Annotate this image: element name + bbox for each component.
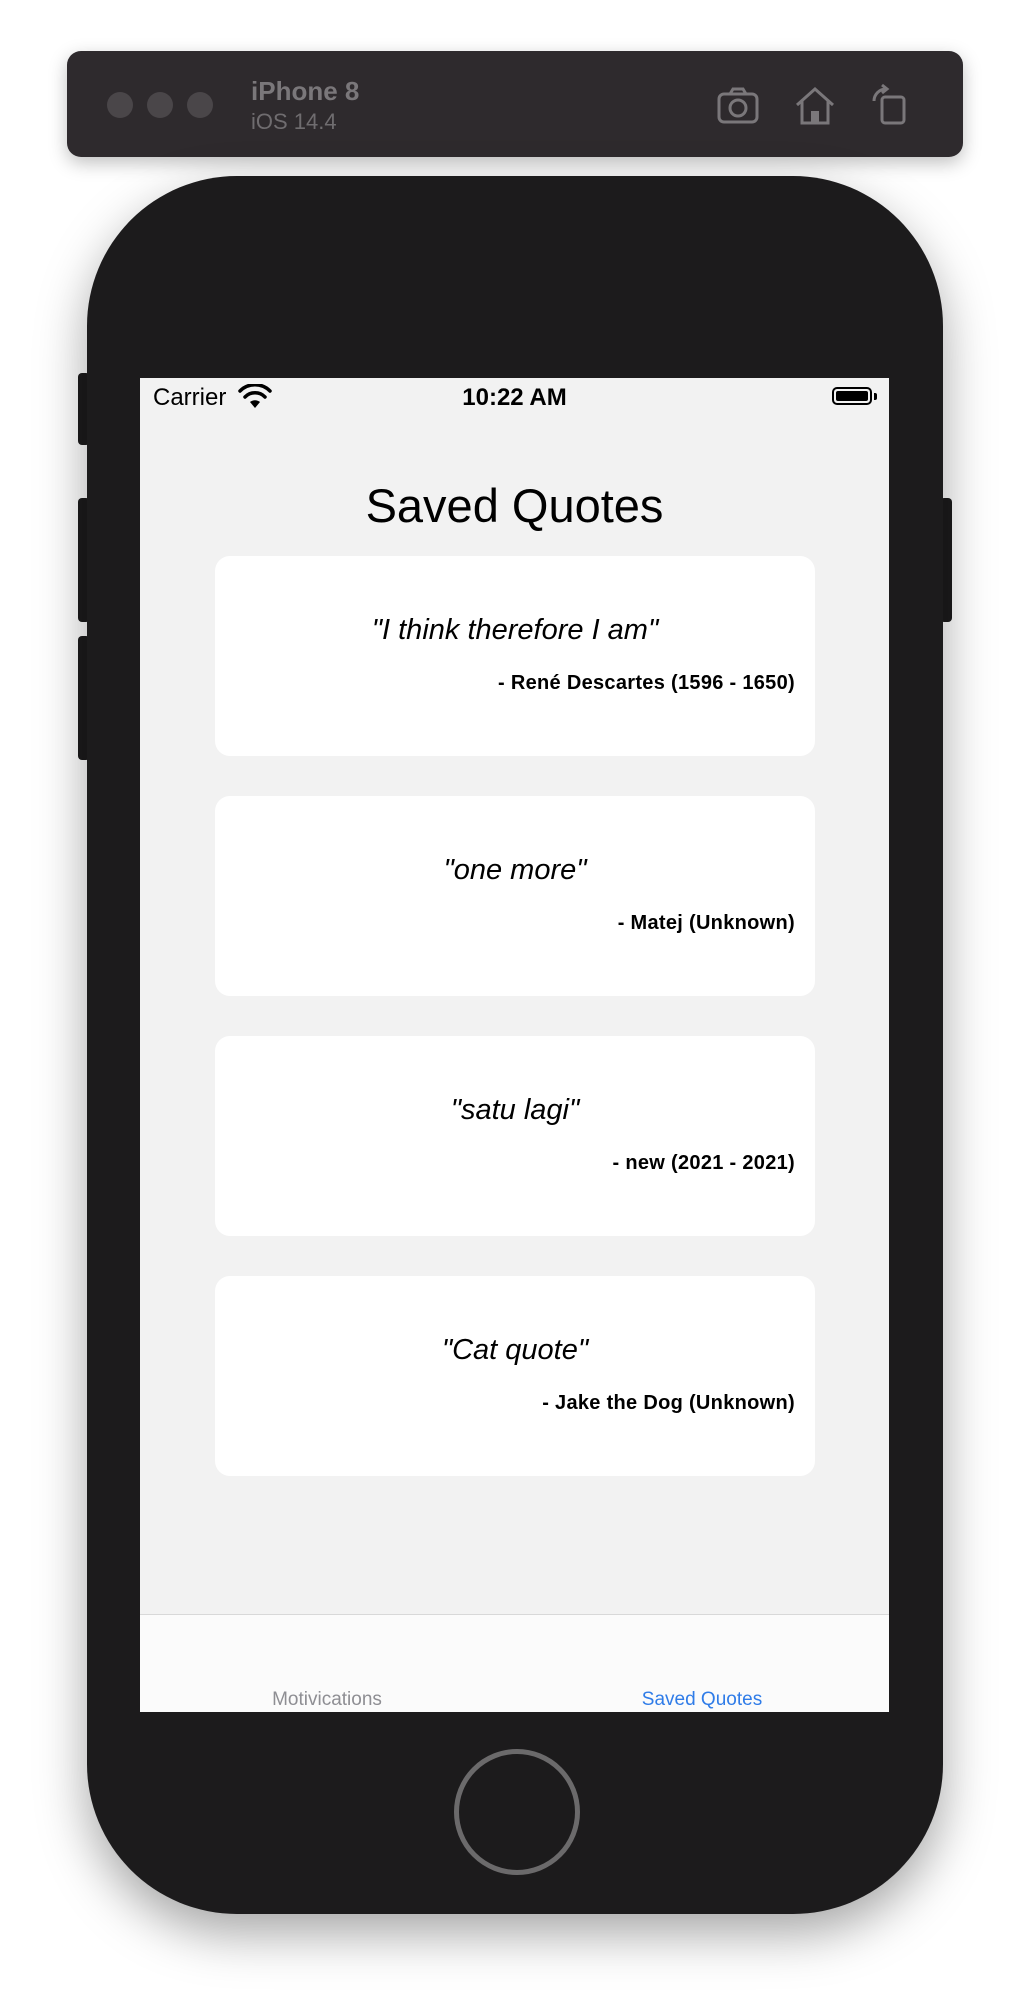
quote-author: - Matej (Unknown) [617, 912, 795, 934]
quote-text: "Cat quote" [441, 1334, 589, 1366]
window-zoom-button[interactable] [187, 92, 213, 118]
window-minimize-button[interactable] [147, 92, 173, 118]
tab-motivications[interactable]: Motivications [177, 1689, 477, 1711]
simulator-title-bar: iPhone 8 iOS 14.4 [67, 51, 963, 157]
quote-card[interactable]: "Cat quote" - Jake the Dog (Unknown) [215, 1276, 815, 1476]
window-close-button[interactable] [107, 92, 133, 118]
quote-card[interactable]: "satu lagi" - new (2021 - 2021) [215, 1036, 815, 1236]
home-button[interactable] [454, 1749, 580, 1875]
quote-author: - Jake the Dog (Unknown) [542, 1392, 795, 1414]
battery-tip [874, 393, 877, 400]
status-bar: Carrier 10:22 AM [140, 378, 889, 418]
quote-text: "I think therefore I am" [371, 614, 659, 646]
home-icon[interactable] [791, 81, 839, 129]
os-version: iOS 14.4 [251, 109, 337, 134]
quote-author: - René Descartes (1596 - 1650) [498, 672, 795, 694]
quote-card[interactable]: "I think therefore I am" - René Descarte… [215, 556, 815, 756]
page-title: Saved Quotes [365, 479, 664, 532]
tab-saved-quotes[interactable]: Saved Quotes [552, 1689, 852, 1711]
quote-card[interactable]: "one more" - Matej (Unknown) [215, 796, 815, 996]
battery-icon [832, 387, 872, 405]
tab-bar: Motivications Saved Quotes [140, 1614, 889, 1712]
device-name: iPhone 8 [251, 76, 360, 106]
quote-text: "satu lagi" [450, 1094, 580, 1126]
quote-text: "one more" [443, 854, 587, 886]
screenshot-icon[interactable] [714, 81, 762, 129]
status-time: 10:22 AM [462, 384, 567, 411]
rotate-icon[interactable] [866, 81, 914, 129]
quote-author: - new (2021 - 2021) [612, 1152, 795, 1174]
phone-screen: Carrier 10:22 AM Saved Quotes "I think t… [140, 378, 889, 1712]
